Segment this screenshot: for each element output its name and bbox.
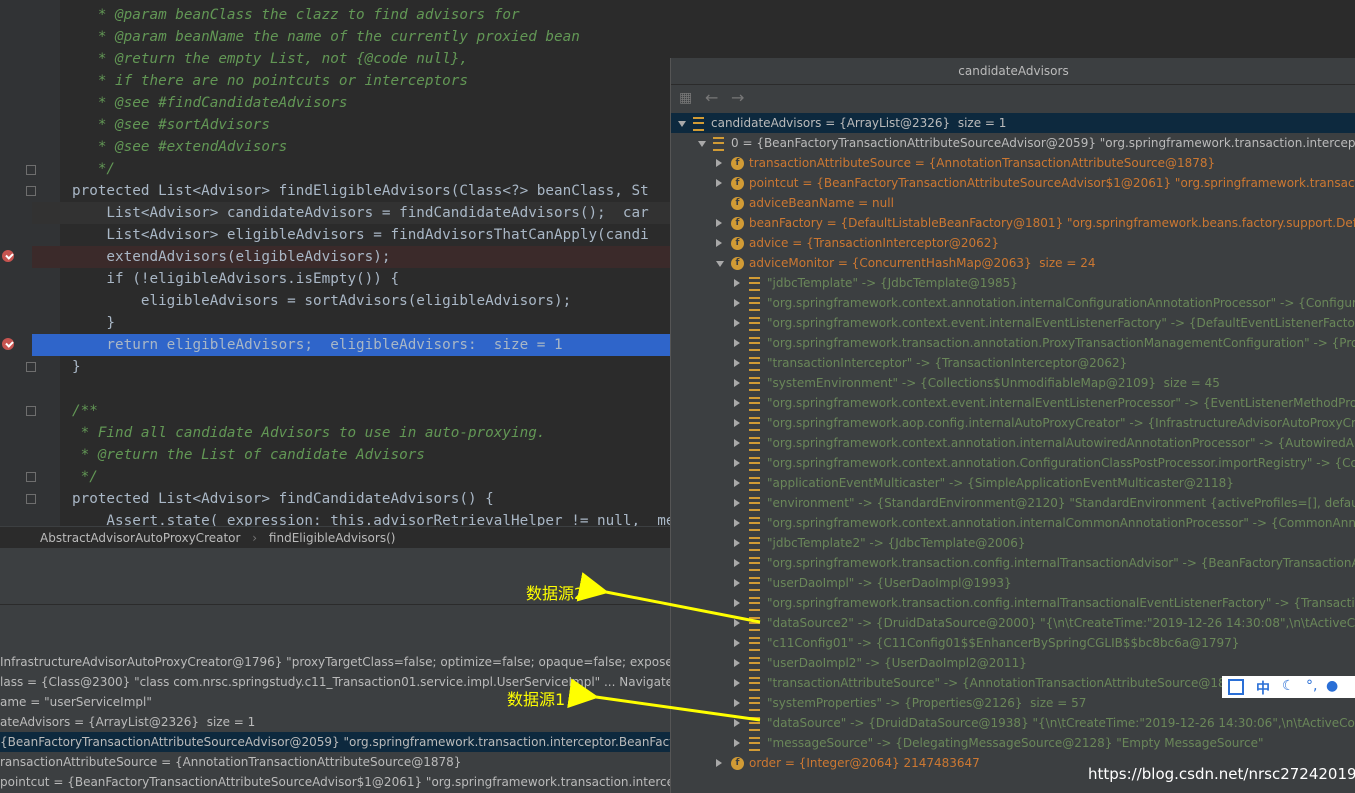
annotation-label: 数据源1	[507, 690, 566, 709]
annotation-label: 数据源2	[526, 584, 585, 603]
moon-icon[interactable]: ☾	[1282, 678, 1295, 694]
ime-icon[interactable]	[1228, 679, 1244, 695]
annotation-arrow	[576, 572, 761, 624]
user-icon[interactable]: ●	[1326, 678, 1338, 694]
annotation-arrow	[567, 678, 761, 722]
punct-icon[interactable]: °,	[1306, 678, 1317, 694]
watermark: https://blog.csdn.net/nrsc272420199	[1088, 765, 1355, 783]
annotation-overlay	[567, 572, 761, 722]
ime-lang[interactable]: 中	[1256, 678, 1270, 698]
ime-toolbar[interactable]: 中 ☾ °, ●	[1222, 676, 1355, 698]
